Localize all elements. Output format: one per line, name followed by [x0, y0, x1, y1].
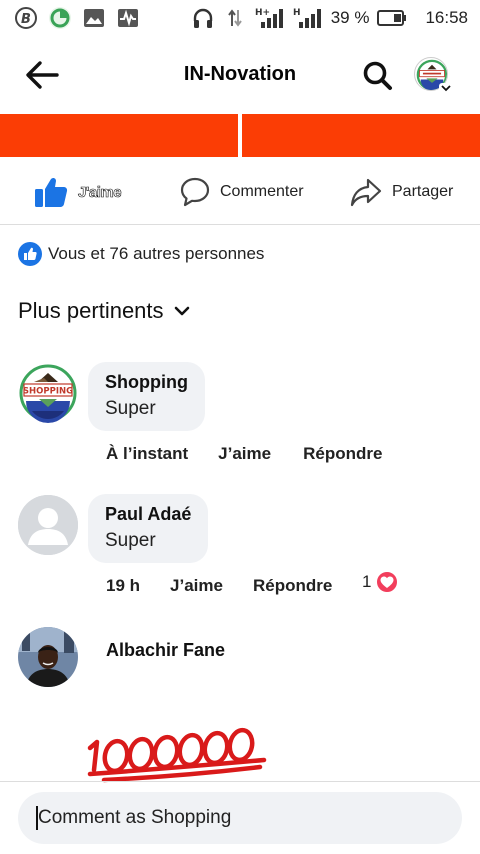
- comment-author[interactable]: Albachir Fane: [106, 640, 225, 661]
- profile-switcher-button[interactable]: [412, 55, 454, 97]
- status-left-icons: B: [14, 6, 140, 30]
- comment-reaction-count[interactable]: 1: [362, 570, 400, 594]
- default-avatar: [18, 495, 78, 555]
- svg-text:B: B: [21, 12, 31, 27]
- comment-author[interactable]: Shopping: [105, 372, 188, 393]
- post-image-left[interactable]: [0, 114, 238, 157]
- sort-label: Plus pertinents: [18, 298, 164, 323]
- headphones-icon: [191, 6, 215, 30]
- commenter-avatar[interactable]: [18, 627, 78, 687]
- commenter-avatar[interactable]: SHOPPING: [18, 363, 78, 423]
- signal-icon: H+: [255, 6, 285, 30]
- signal-icon: H: [293, 6, 323, 30]
- heart-icon: [375, 570, 400, 594]
- comment-reply-button[interactable]: Répondre: [303, 444, 382, 464]
- comment-time: À l’instant: [106, 444, 189, 463]
- search-button[interactable]: [360, 58, 396, 94]
- like-label: J'aime: [78, 183, 122, 201]
- svg-text:H+: H+: [255, 8, 270, 18]
- arrow-left-icon: [26, 61, 59, 89]
- share-label: Partager: [392, 183, 454, 200]
- commenter-avatar[interactable]: [18, 495, 78, 555]
- activity-icon: [116, 6, 140, 30]
- share-button[interactable]: Partager: [350, 174, 453, 210]
- reaction-count-text: 1: [362, 572, 372, 591]
- circle-app-icon: [48, 6, 72, 30]
- comment-input[interactable]: Comment as Shopping: [18, 792, 462, 844]
- comment-like-button[interactable]: J’aime: [218, 444, 271, 464]
- shopping-logo-text: SHOPPING: [23, 387, 73, 397]
- comment-author[interactable]: Paul Adaé: [105, 504, 191, 525]
- battery-percent: 39 %: [330, 8, 370, 27]
- comment-meta: À l’instant J’aime Répondre: [106, 444, 382, 464]
- status-bar: B H+ H 39 % 16:58: [0, 0, 480, 36]
- like-button[interactable]: J'aime: [34, 174, 122, 210]
- post-image-right[interactable]: [242, 114, 480, 157]
- thumbs-up-icon: [35, 177, 68, 207]
- chevron-down-icon: [439, 83, 453, 93]
- search-icon: [363, 61, 392, 90]
- comment-time: 19 h: [106, 576, 141, 595]
- comment-text: Super: [105, 398, 156, 419]
- comment-label: Commenter: [220, 183, 304, 200]
- photo-avatar: [18, 627, 78, 687]
- b-app-icon: B: [14, 6, 38, 30]
- divider: [0, 224, 480, 225]
- post-action-bar: J'aime Commenter Partager: [0, 166, 480, 218]
- comment-bubble[interactable]: Paul Adaé Super: [88, 494, 209, 563]
- chevron-down-icon: [174, 306, 189, 316]
- svg-text:H: H: [293, 8, 301, 18]
- comment-icon: [180, 177, 210, 207]
- image-icon: [82, 6, 106, 30]
- comment-sort-selector[interactable]: Plus pertinents: [18, 298, 190, 324]
- comment-text: Super: [105, 530, 156, 551]
- shopping-logo: SHOPPING: [18, 363, 78, 423]
- post-image-strip: [0, 114, 480, 157]
- comment-button[interactable]: Commenter: [180, 174, 304, 210]
- comment-meta: 19 h J’aime Répondre: [106, 576, 332, 596]
- comment-input-placeholder: Comment as Shopping: [38, 807, 232, 828]
- reactions-summary-text: Vous et 76 autres personnes: [48, 244, 265, 263]
- back-button[interactable]: [22, 58, 62, 92]
- comment-reply-button[interactable]: Répondre: [253, 576, 332, 596]
- reactions-summary[interactable]: Vous et 76 autres personnes: [18, 242, 264, 266]
- clock: 16:58: [425, 8, 468, 27]
- composer-divider: [0, 781, 480, 782]
- comment-image-1000000[interactable]: [84, 720, 274, 784]
- comment-bubble[interactable]: Shopping Super: [88, 362, 205, 431]
- status-right-icons: H+ H 39 % 16:58: [191, 6, 468, 30]
- like-reaction-icon: [18, 242, 42, 266]
- share-icon: [350, 178, 382, 207]
- comment-like-button[interactable]: J’aime: [170, 576, 223, 596]
- app-header: IN-Novation: [0, 44, 480, 106]
- page-title: IN-Novation: [183, 63, 297, 85]
- battery-icon: [377, 6, 407, 30]
- data-arrows-icon: [223, 6, 247, 30]
